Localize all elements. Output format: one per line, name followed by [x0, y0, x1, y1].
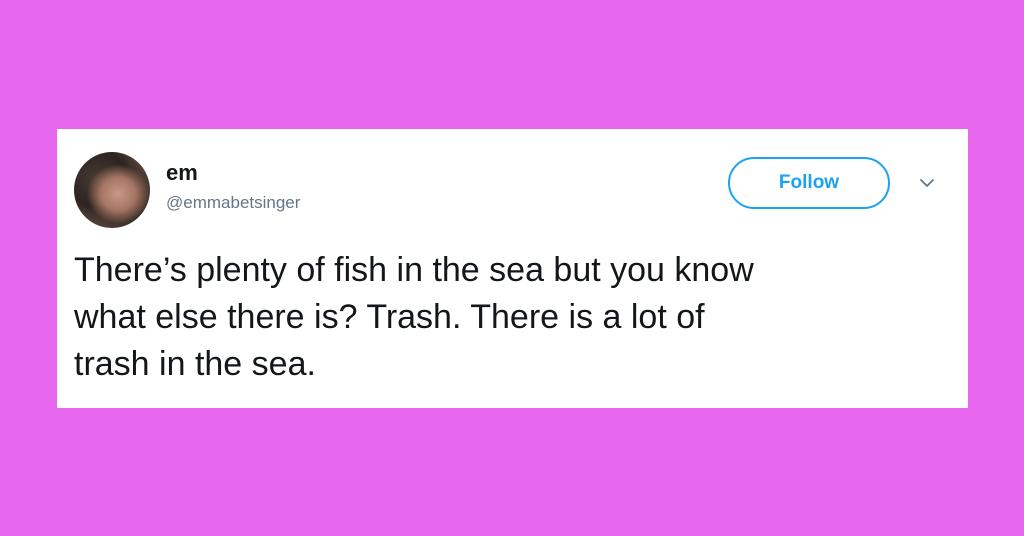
- display-name[interactable]: em: [166, 160, 198, 186]
- chevron-down-icon[interactable]: [919, 177, 935, 189]
- tweet-text-line: trash in the sea.: [74, 345, 316, 383]
- user-handle[interactable]: @emmabetsinger: [166, 193, 300, 213]
- tweet-text-line: what else there is? Trash. There is a lo…: [74, 298, 705, 336]
- tweet-card: em @emmabetsinger Follow There’s plenty …: [57, 129, 968, 408]
- avatar[interactable]: [74, 152, 150, 228]
- follow-button[interactable]: Follow: [728, 157, 890, 209]
- tweet-text: There’s plenty of fish in the sea but yo…: [74, 247, 954, 388]
- tweet-text-line: There’s plenty of fish in the sea but yo…: [74, 251, 754, 289]
